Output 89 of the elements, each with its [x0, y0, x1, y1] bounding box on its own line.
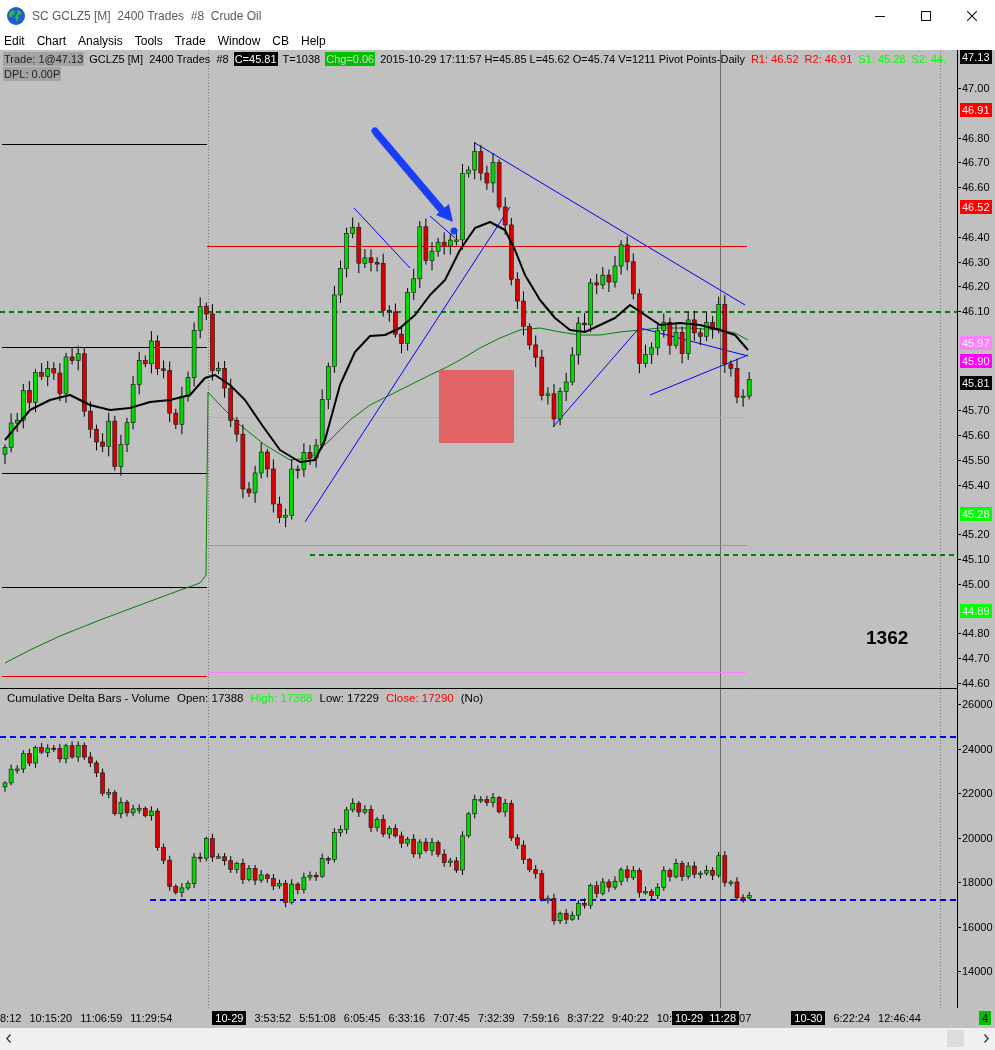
menu-item[interactable]: Trade — [170, 33, 211, 49]
price-axis-label: 47.00 — [962, 81, 990, 95]
window-title: SC GCLZ5 [M] 2400 Trades #8 Crude Oil — [32, 9, 262, 23]
chart-info-text: Low: 17229 — [318, 691, 380, 705]
price-axis-label: 46.10 — [962, 304, 990, 318]
menu-item[interactable]: Tools — [130, 33, 168, 49]
price-axis-label: 46.30 — [962, 255, 990, 269]
chart-info-text: S2: 44. — [910, 52, 948, 66]
price-marker-label: 46.52 — [960, 200, 992, 214]
time-axis-label: 3:53:52 — [254, 1011, 292, 1025]
price-marker-label: 47.13 — [960, 50, 992, 64]
price-axis-label: 45.70 — [962, 403, 990, 417]
chart-info-text: (No) — [459, 691, 485, 705]
price-axis-label: 44.70 — [962, 651, 990, 665]
volume-axis-label: 20000 — [962, 831, 993, 845]
chart-info-text: S1: 45.28 — [857, 52, 907, 66]
date-label: 10-29 — [212, 1011, 247, 1025]
price-marker-label: 45.28 — [960, 507, 992, 521]
chart-info-text: Open: 17388 — [176, 691, 245, 705]
time-axis-label: 10:15:20 — [29, 1011, 73, 1025]
price-axis-label: 44.60 — [962, 676, 990, 688]
volume-axis-label: 14000 — [962, 964, 993, 978]
menu-item[interactable]: CB — [268, 33, 294, 49]
price-marker-label: 45.97 — [960, 336, 992, 350]
time-axis-label: 6:33:16 — [388, 1011, 426, 1025]
time-axis-label: 07 — [739, 1011, 752, 1025]
menu-item[interactable]: Window — [213, 33, 266, 49]
time-axis-label: 8:12 — [0, 1011, 22, 1025]
price-axis-label: 46.70 — [962, 155, 990, 169]
chevron-left-icon — [6, 1033, 11, 1043]
marker-dot — [450, 227, 458, 235]
price-marker-label: 46.91 — [960, 103, 992, 117]
price-axis-label: 45.60 — [962, 428, 990, 442]
volume-axis-label: 26000 — [962, 697, 993, 711]
minimize-icon — [875, 15, 885, 17]
price-axis-label: 45.00 — [962, 577, 990, 591]
time-axis-label: 6:22:24 — [833, 1011, 871, 1025]
time-axis-label: 7:07:45 — [433, 1011, 470, 1025]
time-axis-label: 5:51:08 — [299, 1011, 336, 1025]
close-icon — [967, 11, 977, 21]
chart-info-text: T=1038 — [281, 52, 322, 66]
volume-axis-label: 24000 — [962, 742, 993, 756]
menu-item[interactable]: Edit — [0, 33, 30, 49]
time-axis-label: 11:29:54 — [130, 1011, 173, 1025]
time-axis-label: 11:06:59 — [80, 1011, 123, 1025]
time-axis-label: 7:32:39 — [477, 1011, 515, 1025]
chart-info-text: 2015-10-29 17:11:57 H=45.85 L=45.62 O=45.74 V=1211 Pivot Points-Daily — [379, 52, 746, 66]
chart-info-text: Close: 17290 — [385, 691, 455, 705]
chart-info-text: R2: 46.91 — [803, 52, 854, 66]
chart-info-text: C=45.81 — [233, 52, 278, 66]
price-axis-label: 45.10 — [962, 552, 990, 566]
count-label: 4 — [978, 1011, 991, 1025]
time-axis-label: 6:05:45 — [343, 1011, 381, 1025]
price-marker-label: 45.90 — [960, 354, 992, 368]
bar-count-text: 1362 — [866, 627, 909, 649]
chart-info-text: Chg=0.06 — [325, 52, 376, 66]
price-marker-label: 44.89 — [960, 604, 992, 618]
time-axis-label: 12:46:44 — [878, 1011, 921, 1025]
maximize-icon — [921, 11, 931, 21]
menu-item[interactable]: Help — [297, 33, 331, 49]
time-axis-label: 8:37:22 — [567, 1011, 605, 1025]
price-axis-label: 45.40 — [962, 478, 990, 492]
volume-axis-label: 16000 — [962, 920, 993, 934]
menu-item[interactable]: Analysis — [74, 33, 128, 49]
chart-info-text: High: 17388 — [249, 691, 314, 705]
scrollbar-thumb[interactable] — [947, 1029, 964, 1047]
price-marker-label: 45.81 — [960, 376, 992, 390]
price-axis-label: 45.50 — [962, 453, 990, 467]
price-axis-label: 46.20 — [962, 279, 990, 293]
chart-info-text: Trade: 1@47.13 — [3, 52, 85, 66]
price-axis-label: 46.40 — [962, 230, 990, 244]
price-axis-label: 44.80 — [962, 626, 990, 640]
date-label: 10-30 — [791, 1011, 826, 1025]
cursor-time-label: 10-29 11:28 — [672, 1011, 739, 1025]
price-axis-label: 46.60 — [962, 180, 990, 194]
chart-info-text: DPL: 0.00P — [3, 67, 62, 81]
chart-info-text: GCLZ5 [M] 2400 Trades #8 — [88, 52, 230, 66]
globe-icon — [7, 7, 25, 25]
time-axis-label: 7:59:16 — [522, 1011, 560, 1025]
chart-info-text: Cumulative Delta Bars - Volume — [6, 691, 171, 705]
volume-axis-label: 22000 — [962, 786, 993, 800]
chevron-right-icon — [984, 1033, 989, 1043]
price-axis-label: 46.80 — [962, 131, 990, 145]
price-axis-label: 45.20 — [962, 527, 990, 541]
volume-axis-label: 18000 — [962, 875, 993, 889]
menu-item[interactable]: Chart — [32, 33, 72, 49]
time-axis-label: 10: — [656, 1011, 673, 1025]
time-axis-label: 9:40:22 — [612, 1011, 649, 1025]
chart-info-text: R1: 46.52 — [749, 52, 800, 66]
